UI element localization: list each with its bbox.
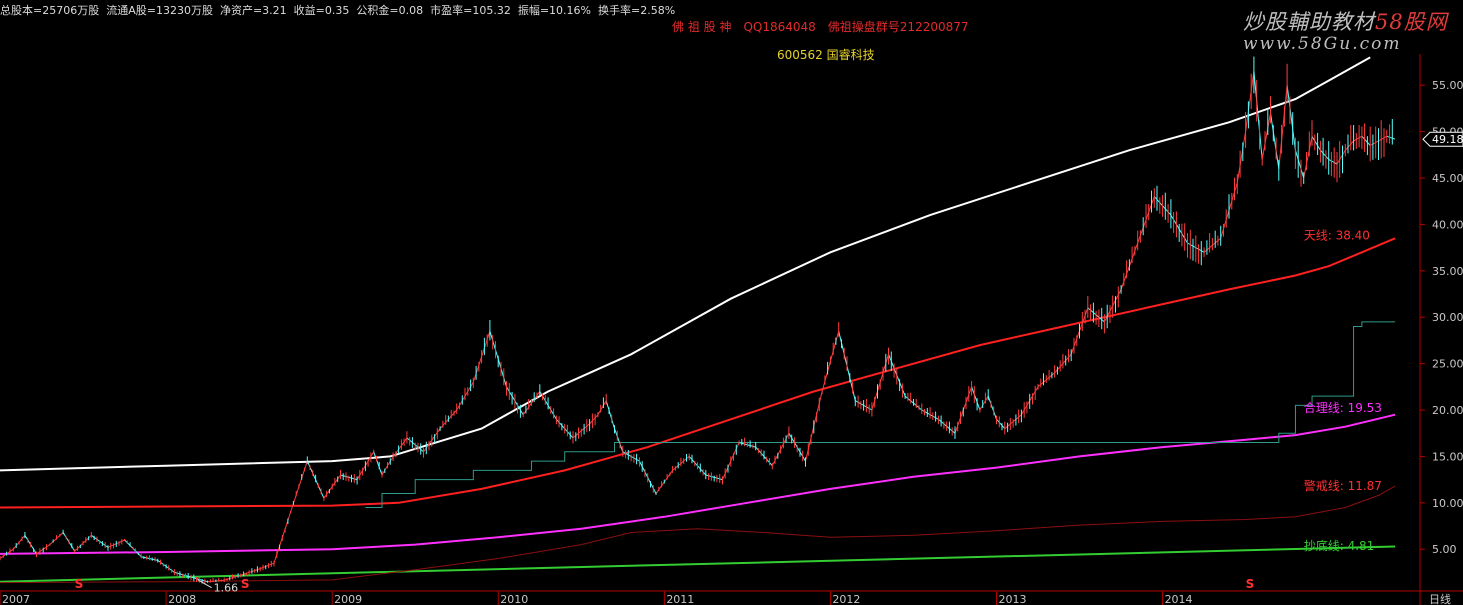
price-segment [971,386,981,411]
price-segment [1261,112,1271,160]
y-tick-label: 45.00 [1432,172,1463,185]
price-segment [614,428,624,452]
price-segment [1278,85,1288,169]
x-tick-label: 2010 [500,593,528,605]
current-price-label: 49.18 [1432,133,1463,146]
price-segment [1361,135,1371,146]
y-tick-label: 25.00 [1432,358,1463,371]
chart-stage: 总股本=25706万股 流通A股=13230万股 净资产=3.21 收益=0.35 公积… [0,0,1463,605]
price-segment [381,460,391,476]
sell-signal: S [241,577,250,591]
price-segment [1286,85,1296,151]
x-tick-label: 2012 [832,593,860,605]
x-tick-label: 2014 [1165,593,1193,605]
price-segment [1353,135,1363,142]
price-segment [1320,149,1330,160]
price-segment [1369,140,1379,146]
y-tick-label: 10.00 [1432,497,1463,510]
price-chart[interactable]: 5.00 10.00 15.00 20.00 25.00 30.00 35.00 40.00 4… [0,0,1463,605]
price-segment [1378,135,1388,142]
price-segment [1294,150,1305,179]
low-price-label: 1.66 [214,582,239,595]
line-annotation: 警戒线: 11.87 [1304,478,1382,493]
price-segment [597,400,607,415]
price-segment [1303,136,1313,179]
y-tick-label: 30.00 [1432,311,1463,324]
price-segment [1253,71,1263,160]
price-segment [589,414,599,425]
period-label: 日线 [1429,592,1451,605]
price-segment [1236,131,1247,183]
price-segment [1386,135,1396,140]
y-tick-label: 20.00 [1432,404,1463,417]
price-segment [1336,149,1346,165]
price-segment [1311,135,1321,151]
price-segment [373,451,383,476]
x-tick-label: 2007 [2,593,30,605]
indicator-lines [0,56,1396,584]
x-tick-label: 2009 [334,593,362,605]
line-annotation: 天线: 38.40 [1304,228,1370,242]
price-segment [1328,158,1338,165]
series-line-dark-red [0,485,1396,584]
line-annotation: 合理线: 19.53 [1304,400,1382,415]
price-segment [1344,140,1354,151]
series-line-white [0,56,1371,472]
y-tick-label: 55.00 [1432,79,1463,92]
series-line-magenta [0,413,1396,555]
price-segment [996,418,1006,429]
price-segment [605,400,615,429]
x-tick-label: 2013 [998,593,1026,605]
price-segment [987,395,997,420]
sell-signal: S [1246,577,1255,591]
sell-signal: S [75,577,84,591]
y-tick-label: 40.00 [1432,218,1463,231]
price-segment [1245,71,1255,132]
price-segment [979,395,989,411]
price-segment [1270,112,1280,169]
y-tick-label: 15.00 [1432,450,1463,463]
annotation-layer: 1.66 49.18 合理线: 19.53 警戒线: 11.87 抄底线: 4.81 天线… [75,131,1463,595]
y-tick-label: 35.00 [1432,265,1463,278]
price-series [0,56,1396,585]
line-annotation: 抄底线: 4.81 [1304,538,1375,553]
axis-layer: 5.00 10.00 15.00 20.00 25.00 30.00 35.00 40.00 4… [0,54,1463,605]
x-tick-label: 2008 [168,593,196,605]
x-tick-label: 2011 [666,593,694,605]
y-tick-label: 5.00 [1432,543,1457,556]
